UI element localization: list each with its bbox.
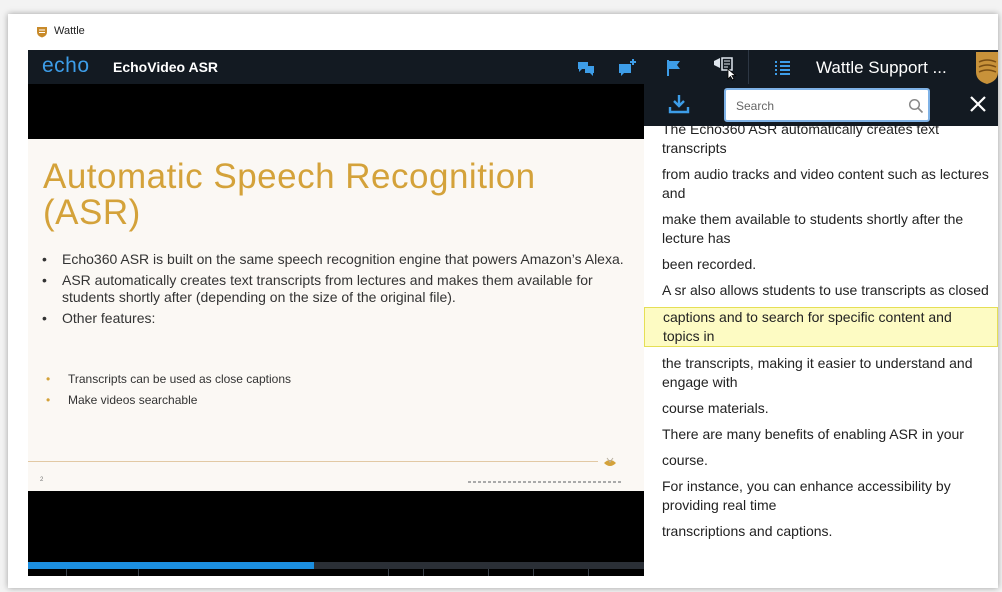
progress-fill bbox=[28, 562, 315, 569]
list-icon[interactable] bbox=[772, 58, 792, 78]
transcript-segment[interactable]: course. bbox=[644, 451, 998, 470]
transcript-segment[interactable]: transcriptions and captions. bbox=[644, 522, 998, 541]
slide-title-line-2: (ASR) bbox=[43, 193, 141, 232]
video-player[interactable]: Automatic Speech Recognition (ASR) Echo3… bbox=[28, 84, 644, 576]
transcript-segment[interactable]: from audio tracks and video content such… bbox=[644, 165, 998, 203]
search-input[interactable] bbox=[734, 96, 898, 116]
slide-badge-icon bbox=[604, 457, 616, 466]
transcript-search[interactable] bbox=[724, 88, 930, 122]
transcript-segment[interactable]: There are many benefits of enabling ASR … bbox=[644, 425, 998, 444]
transcript-segment[interactable]: course materials. bbox=[644, 399, 998, 418]
timeline-marker bbox=[388, 569, 389, 576]
slide-page-number: 2 bbox=[40, 477, 44, 483]
crest-icon bbox=[976, 52, 998, 84]
slide-divider bbox=[28, 461, 598, 462]
download-icon[interactable] bbox=[668, 93, 690, 115]
lecture-slide: Automatic Speech Recognition (ASR) Echo3… bbox=[28, 139, 644, 491]
transcript-segment-active[interactable]: captions and to search for specific cont… bbox=[644, 307, 998, 347]
video-title: EchoVideo ASR bbox=[113, 59, 219, 75]
progress-bar[interactable] bbox=[28, 562, 644, 569]
timeline-marker bbox=[66, 569, 67, 576]
support-link[interactable]: Wattle Support ... bbox=[816, 58, 947, 78]
top-navbar: echo EchoVideo ASR Wattle Support ... bbox=[28, 50, 998, 84]
timeline-marker bbox=[588, 569, 589, 576]
transcript-icon[interactable] bbox=[712, 55, 738, 81]
slide-bullet: Other features: bbox=[40, 310, 630, 327]
slide-bullet: Echo360 ASR is built on the same speech … bbox=[40, 251, 630, 268]
timeline-marker bbox=[138, 569, 139, 576]
wattle-logo-icon bbox=[37, 27, 47, 38]
transcript-toolbar bbox=[644, 84, 998, 126]
chat-icon[interactable] bbox=[576, 58, 596, 78]
app-window: Wattle echo EchoVideo ASR Wattle Support… bbox=[8, 14, 998, 588]
timeline-marker bbox=[488, 569, 489, 576]
slide-bullets: Echo360 ASR is built on the same speech … bbox=[40, 251, 630, 331]
navbar-divider bbox=[748, 50, 749, 84]
slide-sub-bullet: Transcripts can be used as close caption… bbox=[40, 372, 291, 386]
slide-title: Automatic Speech Recognition (ASR) bbox=[43, 159, 536, 231]
transcript-segment[interactable]: For instance, you can enhance accessibil… bbox=[644, 477, 998, 515]
title-bar: Wattle bbox=[8, 14, 998, 50]
add-comment-icon[interactable] bbox=[618, 58, 638, 78]
slide-footer-text bbox=[468, 481, 623, 483]
transcript-list: The Echo360 ASR automatically creates te… bbox=[644, 120, 998, 548]
window-title: Wattle bbox=[54, 25, 85, 37]
search-icon[interactable] bbox=[908, 98, 924, 114]
timeline-marker bbox=[533, 569, 534, 576]
slide-sub-bullet: Make videos searchable bbox=[40, 393, 291, 407]
transcript-panel: The Echo360 ASR automatically creates te… bbox=[644, 84, 998, 588]
flag-icon[interactable] bbox=[664, 58, 684, 78]
echo-logo[interactable]: echo bbox=[42, 54, 90, 78]
transcript-segment[interactable]: A sr also allows students to use transcr… bbox=[644, 281, 998, 300]
transcript-segment[interactable]: the transcripts, making it easier to und… bbox=[644, 354, 998, 392]
slide-bullet: ASR automatically creates text transcrip… bbox=[40, 272, 630, 306]
transcript-segment[interactable]: been recorded. bbox=[644, 255, 998, 274]
timeline-marker bbox=[423, 569, 424, 576]
slide-title-line-1: Automatic Speech Recognition bbox=[43, 157, 536, 196]
slide-sub-bullets: Transcripts can be used as close caption… bbox=[40, 372, 291, 414]
close-icon[interactable] bbox=[968, 94, 988, 114]
transcript-segment[interactable]: make them available to students shortly … bbox=[644, 210, 998, 248]
